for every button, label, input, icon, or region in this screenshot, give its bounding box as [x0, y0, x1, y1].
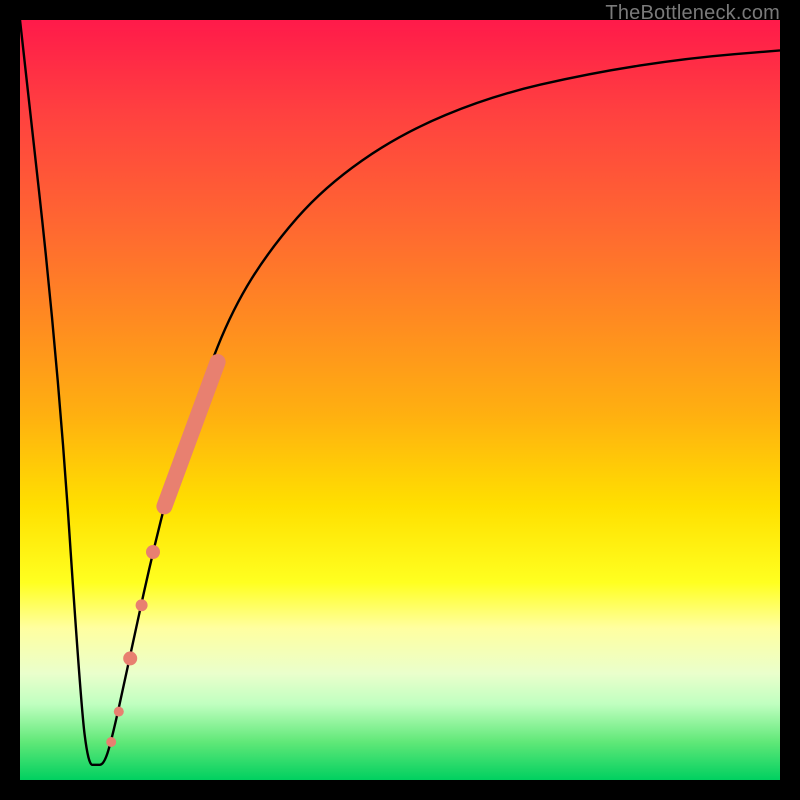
- watermark-text: TheBottleneck.com: [605, 2, 780, 25]
- chart-frame: TheBottleneck.com: [0, 0, 800, 800]
- dot-f: [106, 737, 116, 747]
- dot-e: [114, 707, 124, 717]
- plot-area: [20, 20, 780, 780]
- dot-c: [136, 599, 148, 611]
- dot-d: [123, 651, 137, 665]
- dot-b: [146, 545, 160, 559]
- chart-svg: [20, 20, 780, 780]
- segment-a: [164, 362, 217, 506]
